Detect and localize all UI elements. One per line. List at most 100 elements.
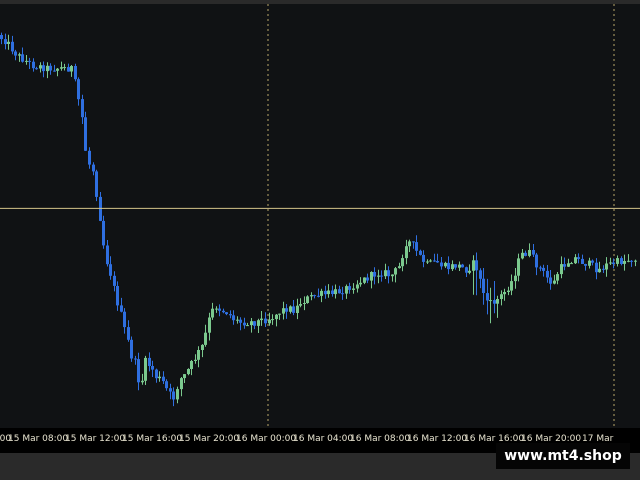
candle-body xyxy=(401,258,404,267)
candle-body xyxy=(605,263,608,270)
candle-body xyxy=(447,262,450,270)
candle-body xyxy=(246,325,249,327)
candle-body xyxy=(155,369,158,379)
candle-body xyxy=(468,270,471,273)
candle-body xyxy=(53,70,56,72)
candle-body xyxy=(517,258,520,276)
candle-body xyxy=(35,68,38,70)
candle-body xyxy=(243,322,246,326)
candle-body xyxy=(429,260,432,262)
candle-body xyxy=(422,254,425,262)
candle-body xyxy=(180,378,183,390)
candle-body xyxy=(77,79,80,100)
candle-body xyxy=(405,246,408,259)
candle-body xyxy=(257,320,260,326)
candle-body xyxy=(56,68,59,71)
candle-body xyxy=(574,257,577,264)
candle-body xyxy=(292,306,295,313)
candle-body xyxy=(408,241,411,247)
candle-body xyxy=(172,391,175,400)
x-tick-label: 15 Mar 20:00 xyxy=(179,434,239,444)
candle-body xyxy=(113,275,116,286)
candle-body xyxy=(130,339,133,359)
candle-body xyxy=(373,272,376,277)
candle-body xyxy=(412,241,415,243)
candle-body xyxy=(74,66,77,80)
candle-body xyxy=(472,260,475,271)
candle-body xyxy=(489,300,492,302)
candle-body xyxy=(278,313,281,315)
candle-body xyxy=(380,275,383,277)
candle-body xyxy=(42,65,45,72)
candle-body xyxy=(313,295,316,297)
candle-body xyxy=(567,263,570,267)
candle-body xyxy=(282,308,285,314)
x-tick-label: 15 Mar 12:00 xyxy=(65,434,125,444)
candle-body xyxy=(370,272,373,281)
candle-body xyxy=(60,67,63,69)
candle-body xyxy=(99,196,102,221)
candle-body xyxy=(250,321,253,326)
candle-body xyxy=(620,258,623,264)
candle-body xyxy=(570,263,573,265)
candle-body xyxy=(352,288,355,290)
candle-body xyxy=(334,289,337,295)
candle-body xyxy=(127,327,130,340)
price-chart[interactable]: 15 Mar 04:0015 Mar 08:0015 Mar 12:0015 M… xyxy=(0,0,640,480)
candle-body xyxy=(4,39,7,45)
candle-body xyxy=(623,261,626,264)
candle-body xyxy=(162,376,165,382)
candle-body xyxy=(306,296,309,303)
candle-body xyxy=(275,314,278,320)
candle-body xyxy=(236,319,239,321)
candle-body xyxy=(151,366,154,370)
candle-body xyxy=(609,262,612,264)
candle-body xyxy=(264,318,267,324)
candle-body xyxy=(106,245,109,265)
candle-body xyxy=(183,374,186,379)
candle-body xyxy=(510,281,513,291)
candle-body xyxy=(384,270,387,277)
candle-body xyxy=(222,310,225,313)
x-tick-label: 16 Mar 08:00 xyxy=(350,434,410,444)
candle-body xyxy=(239,319,242,323)
candle-body xyxy=(415,242,418,251)
candle-body xyxy=(46,65,49,72)
candle-body xyxy=(598,268,601,273)
candle-body xyxy=(218,308,221,311)
candle-body xyxy=(327,290,330,295)
candle-body xyxy=(528,250,531,256)
candle-body xyxy=(109,264,112,276)
candle-body xyxy=(616,258,619,264)
candle-body xyxy=(158,376,161,379)
candle-body xyxy=(503,292,506,295)
candle-body xyxy=(532,250,535,255)
x-tick-label: 16 Mar 12:00 xyxy=(407,434,467,444)
candle-body xyxy=(63,67,66,69)
candle-body xyxy=(28,60,31,62)
candle-body xyxy=(444,262,447,267)
candle-body xyxy=(289,306,292,312)
candle-body xyxy=(542,267,545,271)
top-band xyxy=(0,0,640,4)
candle-body xyxy=(285,308,288,312)
candle-body xyxy=(556,274,559,281)
candle-body xyxy=(21,54,24,62)
candle-body xyxy=(338,289,341,294)
candle-body xyxy=(341,293,344,295)
candle-body xyxy=(479,270,482,279)
candle-body xyxy=(141,380,144,383)
candle-body xyxy=(253,321,256,326)
candle-body xyxy=(539,267,542,269)
candle-body xyxy=(496,299,499,304)
candle-body xyxy=(535,254,538,268)
candle-body xyxy=(88,150,91,165)
candle-body xyxy=(201,344,204,350)
candle-body xyxy=(215,308,218,310)
candle-body xyxy=(363,277,366,283)
candle-body xyxy=(232,315,235,321)
candle-body xyxy=(137,359,140,383)
candle-body xyxy=(359,282,362,285)
candle-body xyxy=(331,290,334,294)
candle-body xyxy=(70,66,73,72)
